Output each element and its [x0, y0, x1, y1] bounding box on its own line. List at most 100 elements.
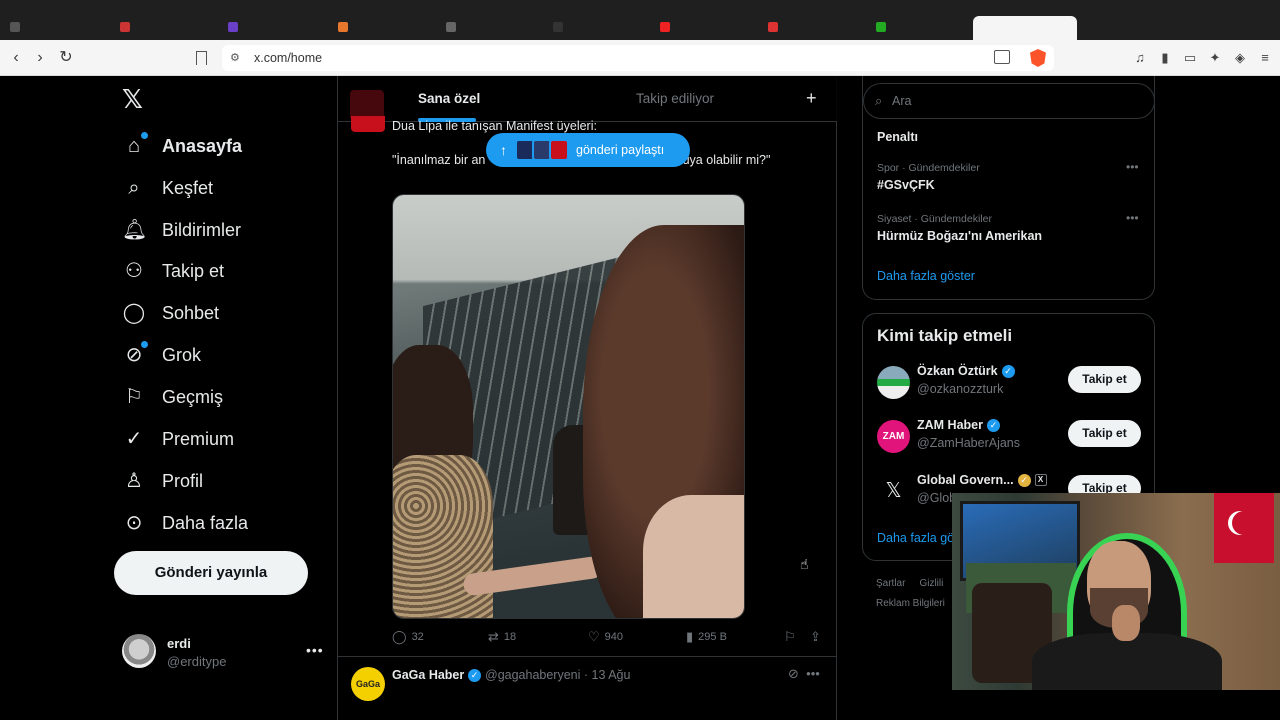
footer-link[interactable]: Şartlar: [876, 578, 905, 589]
author-handle[interactable]: @gagahaberyeni · 13 Ağu: [485, 668, 630, 682]
nav-label: Bildirimler: [162, 219, 242, 240]
add-tab-icon[interactable]: +: [806, 88, 817, 109]
x-logo-icon: 𝕏: [877, 475, 910, 508]
post-button[interactable]: Gönderi yayınla: [114, 551, 308, 595]
trend-item[interactable]: Spor · Gündemdekiler #GSvÇFK •••: [877, 160, 1139, 192]
notification-dot: [141, 341, 148, 348]
nav-label: Sohbet: [162, 302, 220, 323]
nav-item-notifications[interactable]: 🔔︎ Bildirimler: [122, 215, 241, 245]
footer-link[interactable]: Reklam Bilgileri: [876, 598, 945, 609]
nav-item-profile[interactable]: ♙ Profil: [122, 466, 203, 496]
tab-for-you[interactable]: Sana özel: [418, 91, 480, 106]
new-posts-pill[interactable]: ↑ gönderi paylaştı: [486, 133, 690, 167]
reload-icon[interactable]: ↻: [56, 48, 76, 68]
like-button[interactable]: ♡ 940: [588, 629, 623, 645]
retweet-button[interactable]: ⇄ 18: [488, 629, 516, 645]
bookmark-page-icon[interactable]: [196, 51, 207, 65]
nav-item-home[interactable]: ⌂ Anasayfa: [122, 131, 242, 161]
grok-icon: ⊘: [122, 341, 148, 367]
trend-item[interactable]: Siyaset · Gündemdekiler Hürmüz Boğazı'nı…: [877, 211, 1139, 243]
music-icon[interactable]: ♫: [1132, 50, 1148, 66]
webcam-person: [1112, 605, 1140, 641]
suggested-user[interactable]: Özkan Öztürk ✓ @ozkanozzturk Takip et: [877, 364, 1143, 400]
reply-button[interactable]: ◯ 32: [392, 629, 424, 645]
browser-tab[interactable]: [553, 20, 563, 34]
avatar[interactable]: [351, 116, 385, 132]
user-name: ZAM Haber ✓: [917, 418, 1000, 432]
sidebar-icon[interactable]: ▮: [1157, 50, 1173, 66]
browser-tab[interactable]: [120, 20, 130, 34]
menu-icon[interactable]: ≡: [1257, 50, 1273, 66]
more-dots-icon[interactable]: •••: [806, 666, 820, 681]
avatar[interactable]: GaGa: [351, 667, 385, 701]
nav-item-more[interactable]: ⊙ Daha fazla: [122, 508, 248, 538]
author-name[interactable]: GaGa Haber: [392, 668, 464, 682]
views-button[interactable]: ▮ 295 B: [686, 629, 727, 645]
share-icon: ⇪: [810, 629, 821, 644]
browser-tab[interactable]: [338, 20, 348, 34]
account-handle: @erditype: [167, 654, 227, 669]
follow-button[interactable]: Takip et: [1068, 420, 1141, 447]
verified-icon: ✓: [986, 418, 1000, 432]
browser-tab[interactable]: [876, 20, 886, 34]
vpn-icon[interactable]: ◈: [1232, 50, 1248, 66]
browser-tab[interactable]: [228, 20, 238, 34]
more-dots-icon[interactable]: •••: [306, 642, 324, 658]
bookmark-button[interactable]: ⚐: [784, 629, 796, 645]
nav-item-premium[interactable]: ✓ Premium: [122, 424, 234, 454]
nav-item-explore[interactable]: ⌕ Keşfet: [122, 173, 213, 203]
bookmark-icon: ⚐: [125, 386, 143, 408]
brave-shields-icon[interactable]: [1030, 49, 1046, 67]
new-posts-label: gönderi paylaştı: [576, 143, 665, 157]
account-name: erdi: [167, 636, 191, 651]
more-icon: ⊙: [125, 512, 143, 534]
bell-icon: 🔔︎: [122, 219, 148, 241]
cast-icon[interactable]: [994, 50, 1010, 64]
browser-tab-active[interactable]: [973, 16, 1077, 40]
grok-icon[interactable]: ⊘: [788, 666, 799, 681]
more-dots-icon[interactable]: •••: [1126, 211, 1139, 225]
x-logo-icon[interactable]: 𝕏: [122, 86, 148, 112]
browser-tab[interactable]: [768, 20, 778, 34]
crescent-icon: [1232, 511, 1256, 535]
share-button[interactable]: ⇪: [810, 629, 821, 645]
address-bar[interactable]: ⚙ x.com/home: [222, 45, 1054, 71]
browser-tab[interactable]: [446, 20, 456, 34]
nav-item-chat[interactable]: ◯ Sohbet: [122, 298, 219, 328]
nav-item-bookmarks[interactable]: ⚐ Geçmiş: [122, 382, 223, 412]
x-badge-icon: X: [1034, 474, 1047, 486]
user-name-text: Global Govern...: [917, 473, 1014, 487]
more-dots-icon[interactable]: •••: [1126, 160, 1139, 174]
tab-following[interactable]: Takip ediliyor: [636, 91, 714, 106]
tweet-menu[interactable]: ⊘ •••: [788, 666, 820, 682]
home-icon: ⌂: [122, 132, 148, 158]
site-info-icon[interactable]: ⚙: [230, 51, 244, 65]
trend-item[interactable]: Penaltı: [877, 126, 918, 144]
nav-label: Geçmiş: [162, 386, 224, 407]
nav-item-grok[interactable]: ⊘ Grok: [122, 340, 201, 370]
leo-ai-icon[interactable]: ✦: [1207, 50, 1223, 66]
webcam-person: [1032, 633, 1222, 690]
trends-show-more-link[interactable]: Daha fazla göster: [877, 269, 975, 283]
url-text[interactable]: x.com/home: [254, 51, 322, 65]
forward-icon[interactable]: ›: [30, 48, 50, 68]
mouse-cursor-icon: ☝: [800, 556, 809, 572]
search-input[interactable]: [892, 92, 1132, 110]
who-show-more-link[interactable]: Daha fazla gö: [877, 531, 954, 545]
nav-label: Takip et: [162, 260, 225, 281]
search-box[interactable]: ⌕: [863, 83, 1155, 119]
follow-button[interactable]: Takip et: [1068, 366, 1141, 393]
suggested-user[interactable]: ZAM ZAM Haber ✓ @ZamHaberAjans Takip et: [877, 418, 1143, 454]
back-icon[interactable]: ‹: [6, 48, 26, 68]
trend-title: Hürmüz Boğazı'nı Amerikan: [877, 229, 1043, 243]
wallet-icon[interactable]: ▭: [1182, 50, 1198, 66]
user-handle: @ZamHaberAjans: [917, 436, 1021, 450]
footer-link[interactable]: Gizlili: [919, 578, 943, 589]
browser-tab[interactable]: [660, 20, 670, 34]
browser-tab[interactable]: [10, 20, 20, 34]
nav-item-follow[interactable]: ⚇ Takip et: [122, 256, 224, 286]
browser-toolbar: ‹ › ↻ ⚙ x.com/home ♫ ▮ ▭ ✦ ◈ ≡: [0, 40, 1280, 76]
main-feed: Sana özel Takip ediliyor + Dua Lipa ile …: [337, 76, 837, 720]
tweet-video[interactable]: [392, 194, 745, 619]
account-switcher[interactable]: erdi @erditype •••: [122, 634, 324, 670]
